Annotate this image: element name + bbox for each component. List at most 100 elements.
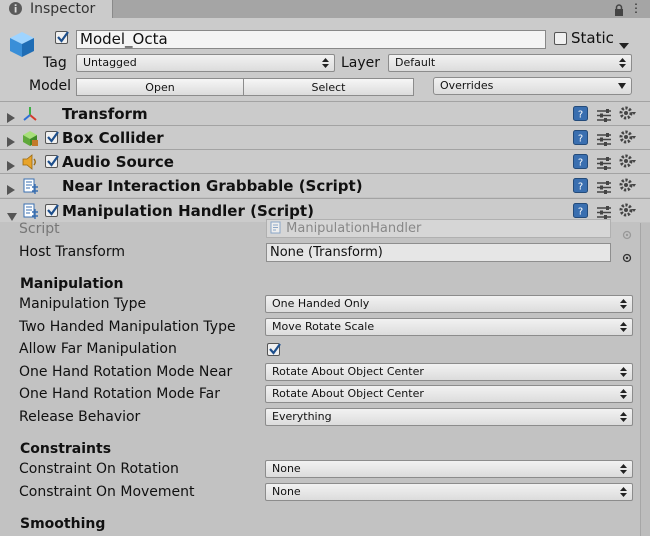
transform-icon	[22, 106, 38, 126]
overrides-label: Overrides	[440, 79, 494, 92]
object-picker-icon	[622, 225, 632, 244]
gear-icon[interactable]	[619, 105, 637, 125]
layer-dropdown[interactable]: Default	[388, 54, 632, 72]
rotation-mode-far-label: One Hand Rotation Mode Far	[19, 386, 220, 402]
presets-icon[interactable]	[597, 155, 611, 174]
help-icon[interactable]: ?	[573, 106, 588, 125]
constraints-section-header: Constraints	[20, 441, 112, 457]
component-title: Manipulation Handler (Script)	[62, 202, 314, 220]
more-menu-icon[interactable]: ⋮	[630, 2, 642, 14]
manipulation-type-value: One Handed Only	[272, 297, 370, 310]
help-icon[interactable]: ?	[573, 130, 588, 149]
manipulation-type-dropdown[interactable]: One Handed Only	[265, 295, 633, 313]
gear-icon[interactable]	[619, 202, 637, 222]
manipulation-section-header: Manipulation	[20, 276, 124, 292]
rotation-mode-near-label: One Hand Rotation Mode Near	[19, 364, 233, 380]
smoothing-section-header: Smoothing	[20, 516, 106, 532]
layer-label: Layer	[341, 55, 381, 71]
component-enabled-checkbox[interactable]	[45, 204, 59, 217]
component-enabled-checkbox[interactable]	[45, 131, 59, 144]
two-handed-type-dropdown[interactable]: Move Rotate Scale	[265, 318, 633, 336]
static-checkbox[interactable]	[554, 32, 567, 45]
dropdown-arrows-icon	[620, 412, 627, 425]
inspector-tab-title: Inspector	[30, 1, 96, 17]
presets-icon[interactable]	[597, 107, 611, 126]
constraint-movement-label: Constraint On Movement	[19, 484, 195, 500]
allow-far-checkbox[interactable]	[267, 343, 281, 356]
tag-value: Untagged	[83, 56, 137, 69]
tag-dropdown[interactable]: Untagged	[76, 54, 335, 72]
gear-icon[interactable]	[619, 177, 637, 197]
object-picker-icon[interactable]	[622, 248, 632, 267]
constraint-rotation-dropdown[interactable]: None	[265, 460, 633, 478]
help-icon[interactable]: ?	[573, 178, 588, 197]
release-behavior-label: Release Behavior	[19, 409, 141, 425]
select-button[interactable]: Select	[243, 78, 414, 96]
component-enabled-checkbox[interactable]	[45, 155, 59, 168]
static-dropdown-arrow-icon[interactable]	[619, 35, 629, 54]
host-transform-field[interactable]: None (Transform)	[266, 243, 611, 262]
component-title: Near Interaction Grabbable (Script)	[62, 177, 363, 195]
model-label: Model	[29, 78, 72, 94]
help-icon[interactable]: ?	[573, 154, 588, 173]
tag-label: Tag	[43, 55, 67, 71]
allow-far-label: Allow Far Manipulation	[19, 341, 177, 357]
lock-icon[interactable]	[614, 2, 624, 16]
open-button[interactable]: Open	[76, 78, 244, 96]
component-near-interaction-grabbable[interactable]: Near Interaction Grabbable (Script) ?	[0, 173, 650, 197]
dropdown-arrows-icon	[620, 322, 627, 335]
manipulation-handler-body: Script ManipulationHandler Host Transfor…	[0, 219, 640, 536]
rotation-mode-near-value: Rotate About Object Center	[272, 365, 424, 378]
dropdown-arrow-icon	[618, 83, 626, 90]
inspector-tab-bar: Inspector ⋮	[0, 0, 650, 18]
audio-source-icon	[22, 154, 39, 174]
dropdown-arrows-icon	[620, 464, 627, 477]
script-label: Script	[19, 221, 60, 237]
two-handed-type-value: Move Rotate Scale	[272, 320, 375, 333]
box-collider-icon	[22, 130, 39, 151]
dropdown-arrows-icon	[620, 487, 627, 500]
component-audio-source[interactable]: Audio Source ?	[0, 149, 650, 173]
component-title: Transform	[62, 105, 148, 123]
constraint-movement-value: None	[272, 485, 301, 498]
component-title: Audio Source	[62, 153, 174, 171]
component-title: Box Collider	[62, 129, 164, 147]
dropdown-arrows-icon	[620, 389, 627, 402]
release-behavior-dropdown[interactable]: Everything	[265, 408, 633, 426]
dropdown-arrows-icon	[322, 58, 329, 71]
presets-icon[interactable]	[597, 179, 611, 198]
object-active-checkbox[interactable]	[55, 31, 69, 44]
gear-icon[interactable]	[619, 129, 637, 149]
rotation-mode-far-value: Rotate About Object Center	[272, 387, 424, 400]
component-box-collider[interactable]: Box Collider ?	[0, 125, 650, 149]
script-field: ManipulationHandler	[266, 219, 611, 238]
rotation-mode-far-dropdown[interactable]: Rotate About Object Center	[265, 385, 633, 403]
manipulation-type-label: Manipulation Type	[19, 296, 147, 312]
svg-text:?: ?	[578, 110, 583, 121]
component-transform[interactable]: Transform ?	[0, 101, 650, 125]
gear-icon[interactable]	[619, 153, 637, 173]
svg-text:?: ?	[578, 182, 583, 193]
host-transform-label: Host Transform	[19, 244, 125, 260]
constraint-movement-dropdown[interactable]: None	[265, 483, 633, 501]
dropdown-arrows-icon	[619, 58, 626, 71]
script-icon	[22, 178, 39, 199]
two-handed-type-label: Two Handed Manipulation Type	[19, 319, 236, 335]
svg-text:?: ?	[578, 207, 583, 218]
script-icon	[270, 221, 281, 234]
release-behavior-value: Everything	[272, 410, 332, 423]
layer-value: Default	[395, 56, 436, 69]
object-name-field[interactable]: Model_Octa	[76, 30, 546, 49]
presets-icon[interactable]	[597, 131, 611, 150]
gameobject-cube-icon	[8, 30, 36, 62]
constraint-rotation-label: Constraint On Rotation	[19, 461, 179, 477]
rotation-mode-near-dropdown[interactable]: Rotate About Object Center	[265, 363, 633, 381]
object-header: Model_Octa Static Tag Untagged Layer Def…	[0, 18, 650, 103]
dropdown-arrows-icon	[620, 299, 627, 312]
scrollbar[interactable]	[640, 223, 650, 536]
svg-text:?: ?	[578, 158, 583, 169]
svg-text:?: ?	[578, 134, 583, 145]
fold-arrow-icon[interactable]	[7, 180, 15, 199]
overrides-dropdown[interactable]: Overrides	[433, 77, 632, 95]
inspector-tab[interactable]: Inspector	[0, 0, 113, 18]
